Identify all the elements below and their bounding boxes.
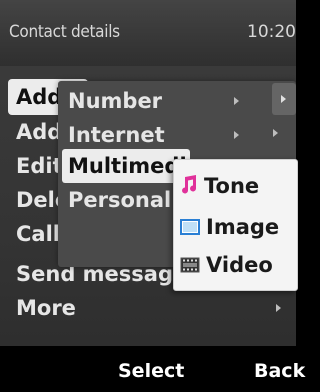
image-icon [180,211,200,245]
menu-item-label: Edit [16,154,63,178]
back-softkey[interactable]: Back [254,360,305,382]
screen: Contact details 10:20 Add Add Edit Delet… [0,0,305,392]
submenu-item-image[interactable]: Image [180,210,279,244]
submenu-item-tone[interactable]: Tone [180,169,259,203]
menu-item-label: More [16,296,76,320]
chevron-right-icon [234,97,239,105]
menu-item-label: Add [16,85,63,109]
submenu-item-label: Video [206,253,273,277]
music-note-icon [180,170,198,204]
menu-item-label: Add [16,120,63,144]
submenu-item-video[interactable]: Video [180,248,273,282]
menu-item-label: Call [16,222,60,246]
multimedia-submenu: Tone Image Video [173,159,298,291]
submenu-item-label: Internet [68,123,165,147]
menu-item-call[interactable]: Call [16,217,60,251]
submenu-item-label: Image [206,215,280,239]
status-bar: Contact details 10:20 [0,0,296,66]
submenu-item-label: Number [68,89,163,113]
submenu-item-number[interactable]: Number [68,84,162,118]
clock: 10:20 [247,22,296,42]
page-title: Contact details [9,22,120,42]
submenu-item-personal[interactable]: Personal [68,183,171,217]
chevron-right-icon [234,131,239,139]
select-softkey[interactable]: Select [118,360,184,382]
menu-item-add-selected[interactable]: Add [16,80,62,114]
menu-item-more[interactable]: More [16,291,76,325]
chevron-right-icon [281,95,286,103]
submenu-item-internet[interactable]: Internet [68,118,165,152]
video-icon [180,249,200,283]
chevron-right-icon [276,304,281,312]
chevron-right-icon [273,129,278,137]
menu-item-add[interactable]: Add [16,115,62,149]
submenu-item-label: Tone [204,174,260,198]
softkey-bar: Select Back [0,346,305,392]
submenu-item-label: Personal [68,188,172,212]
menu-item-edit[interactable]: Edit [16,149,63,183]
